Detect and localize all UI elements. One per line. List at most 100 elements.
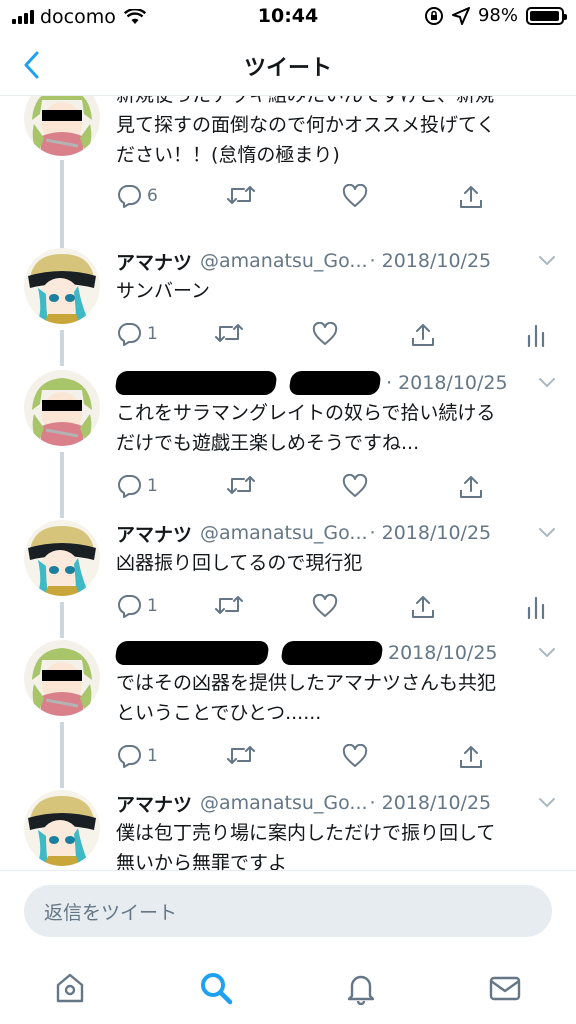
reply-count: 1: [147, 596, 158, 616]
retweet-icon: [214, 322, 244, 344]
heart-icon: [342, 744, 368, 768]
tweet-actions: 6: [116, 184, 556, 214]
share-icon: [458, 474, 484, 500]
retweet-button[interactable]: [226, 184, 256, 206]
like-button[interactable]: [342, 744, 368, 768]
tab-bar: [0, 956, 576, 1024]
tweet-text-line: これをサラマングレイトの奴らで拾い続ける: [116, 402, 496, 424]
share-button[interactable]: [410, 594, 436, 620]
retweet-button[interactable]: [226, 744, 256, 766]
location-icon: [451, 6, 470, 25]
chevron-down-icon[interactable]: [538, 255, 556, 267]
tweet-header: アマナツ @amanatsu_Go... · 2018/10/25: [116, 788, 556, 818]
reply-count: 6: [147, 186, 158, 206]
tweet-text: 新規使ったデッキ組みたいんですけど、新規見て探すの面倒なので何かオススメ投げてく…: [116, 96, 558, 170]
retweet-button[interactable]: [214, 594, 244, 616]
tweet-text-line: ださい！！(怠惰の極まり): [116, 144, 340, 166]
tweet-text: ではその凶器を提供したアマナツさんも共犯 ということでひとつ......: [116, 668, 558, 728]
like-button[interactable]: [342, 474, 368, 498]
tweet-text: 僕は包丁売り場に案内しただけで振り回して 無いから無罪ですよ: [116, 818, 558, 870]
share-button[interactable]: [410, 322, 436, 348]
share-button[interactable]: [458, 474, 484, 500]
analytics-icon: [526, 322, 546, 348]
analytics-icon: [526, 594, 546, 620]
tab-messages[interactable]: [485, 968, 525, 1008]
reply-button[interactable]: 6: [116, 184, 158, 208]
redacted-handle: [280, 641, 384, 665]
reply-input[interactable]: 返信をツイート: [24, 885, 552, 937]
share-icon: [410, 594, 436, 620]
tweet-text-line: ということでひとつ......: [116, 702, 322, 724]
analytics-button[interactable]: [526, 322, 546, 348]
share-icon: [410, 322, 436, 348]
heart-icon: [312, 594, 338, 618]
reply-icon: [116, 594, 142, 618]
retweet-icon: [226, 474, 256, 496]
tweet-author-handle[interactable]: @amanatsu_Go...: [200, 522, 368, 544]
tweet-text: これをサラマングレイトの奴らで拾い続ける だけでも遊戯王楽しめそうですね...: [116, 398, 558, 458]
tweet-thread[interactable]: 新規使ったデッキ組みたいんですけど、新規見て探すの面倒なので何かオススメ投げてく…: [0, 96, 576, 870]
tweet-author-name[interactable]: アマナツ: [116, 520, 192, 547]
tweet-author-name[interactable]: アマナツ: [116, 248, 192, 275]
tab-home[interactable]: [50, 968, 90, 1008]
analytics-button[interactable]: [526, 594, 546, 620]
reply-button[interactable]: 1: [116, 744, 158, 768]
home-icon: [56, 973, 84, 1003]
battery-level: [530, 10, 560, 21]
share-button[interactable]: [458, 744, 484, 770]
redacted-name: [114, 641, 270, 665]
thread-line: [60, 602, 64, 638]
tweet-header: 2018/10/25: [114, 638, 556, 668]
chevron-down-icon[interactable]: [538, 527, 556, 539]
tweet-actions: 1: [116, 594, 556, 624]
status-bar: docomo 10:44 98%: [0, 0, 576, 34]
tweet-author-name[interactable]: アマナツ: [116, 790, 192, 817]
thread-line: [60, 722, 64, 788]
tweet-author-handle[interactable]: @amanatsu_Go...: [200, 792, 368, 814]
reply-button[interactable]: 1: [116, 594, 158, 618]
reply-icon: [116, 184, 142, 208]
tweet-text-line: 見て探すの面倒なので何かオススメ投げてく: [116, 114, 496, 136]
tweet-item[interactable]: アマナツ @amanatsu_Go... · 2018/10/25 僕は包丁売り場に…: [0, 788, 576, 870]
tweet-item[interactable]: 新規使ったデッキ組みたいんですけど、新規見て探すの面倒なので何かオススメ投げてく…: [0, 96, 576, 310]
tweet-author-handle[interactable]: @amanatsu_Go...: [200, 250, 368, 272]
search-icon: [201, 973, 233, 1005]
avatar[interactable]: [24, 640, 100, 716]
reply-placeholder: 返信をツイート: [44, 901, 178, 924]
tweet-date: 2018/10/25: [388, 642, 498, 664]
reply-count: 1: [147, 324, 158, 344]
tweet-header: アマナツ @amanatsu_Go... · 2018/10/25: [116, 518, 556, 548]
bell-icon: [347, 975, 375, 1005]
tab-search[interactable]: [196, 968, 236, 1008]
tweet-text: サンバーン: [116, 276, 558, 306]
thread-line: [60, 330, 64, 366]
heart-icon: [342, 474, 368, 498]
share-button[interactable]: [458, 184, 484, 210]
chevron-down-icon[interactable]: [538, 647, 556, 659]
avatar[interactable]: [24, 248, 100, 324]
retweet-icon: [214, 594, 244, 616]
like-button[interactable]: [312, 322, 338, 346]
reply-icon: [116, 744, 142, 768]
avatar[interactable]: [24, 96, 100, 156]
chevron-down-icon[interactable]: [538, 377, 556, 389]
retweet-button[interactable]: [214, 322, 244, 344]
tweet-header: アマナツ @amanatsu_Go... · 2018/10/25: [116, 246, 556, 276]
retweet-button[interactable]: [226, 474, 256, 496]
battery-percent: 98%: [477, 5, 518, 26]
tweet-text-line: 新規使ったデッキ組みたいんですけど、新規: [116, 96, 558, 110]
like-button[interactable]: [312, 594, 338, 618]
tweet-text-line: 僕は包丁売り場に案内しただけで振り回して: [116, 822, 496, 844]
chevron-down-icon[interactable]: [538, 797, 556, 809]
reply-bar: 返信をツイート: [0, 870, 576, 956]
redacted-handle: [288, 371, 382, 395]
battery-icon: [526, 6, 567, 25]
avatar[interactable]: [24, 790, 100, 866]
avatar[interactable]: [24, 370, 100, 446]
like-button[interactable]: [342, 184, 368, 208]
reply-button[interactable]: 1: [116, 322, 158, 346]
tab-notifications[interactable]: [341, 968, 381, 1008]
mail-icon: [489, 976, 521, 1001]
avatar[interactable]: [24, 520, 100, 596]
reply-button[interactable]: 1: [116, 474, 158, 498]
